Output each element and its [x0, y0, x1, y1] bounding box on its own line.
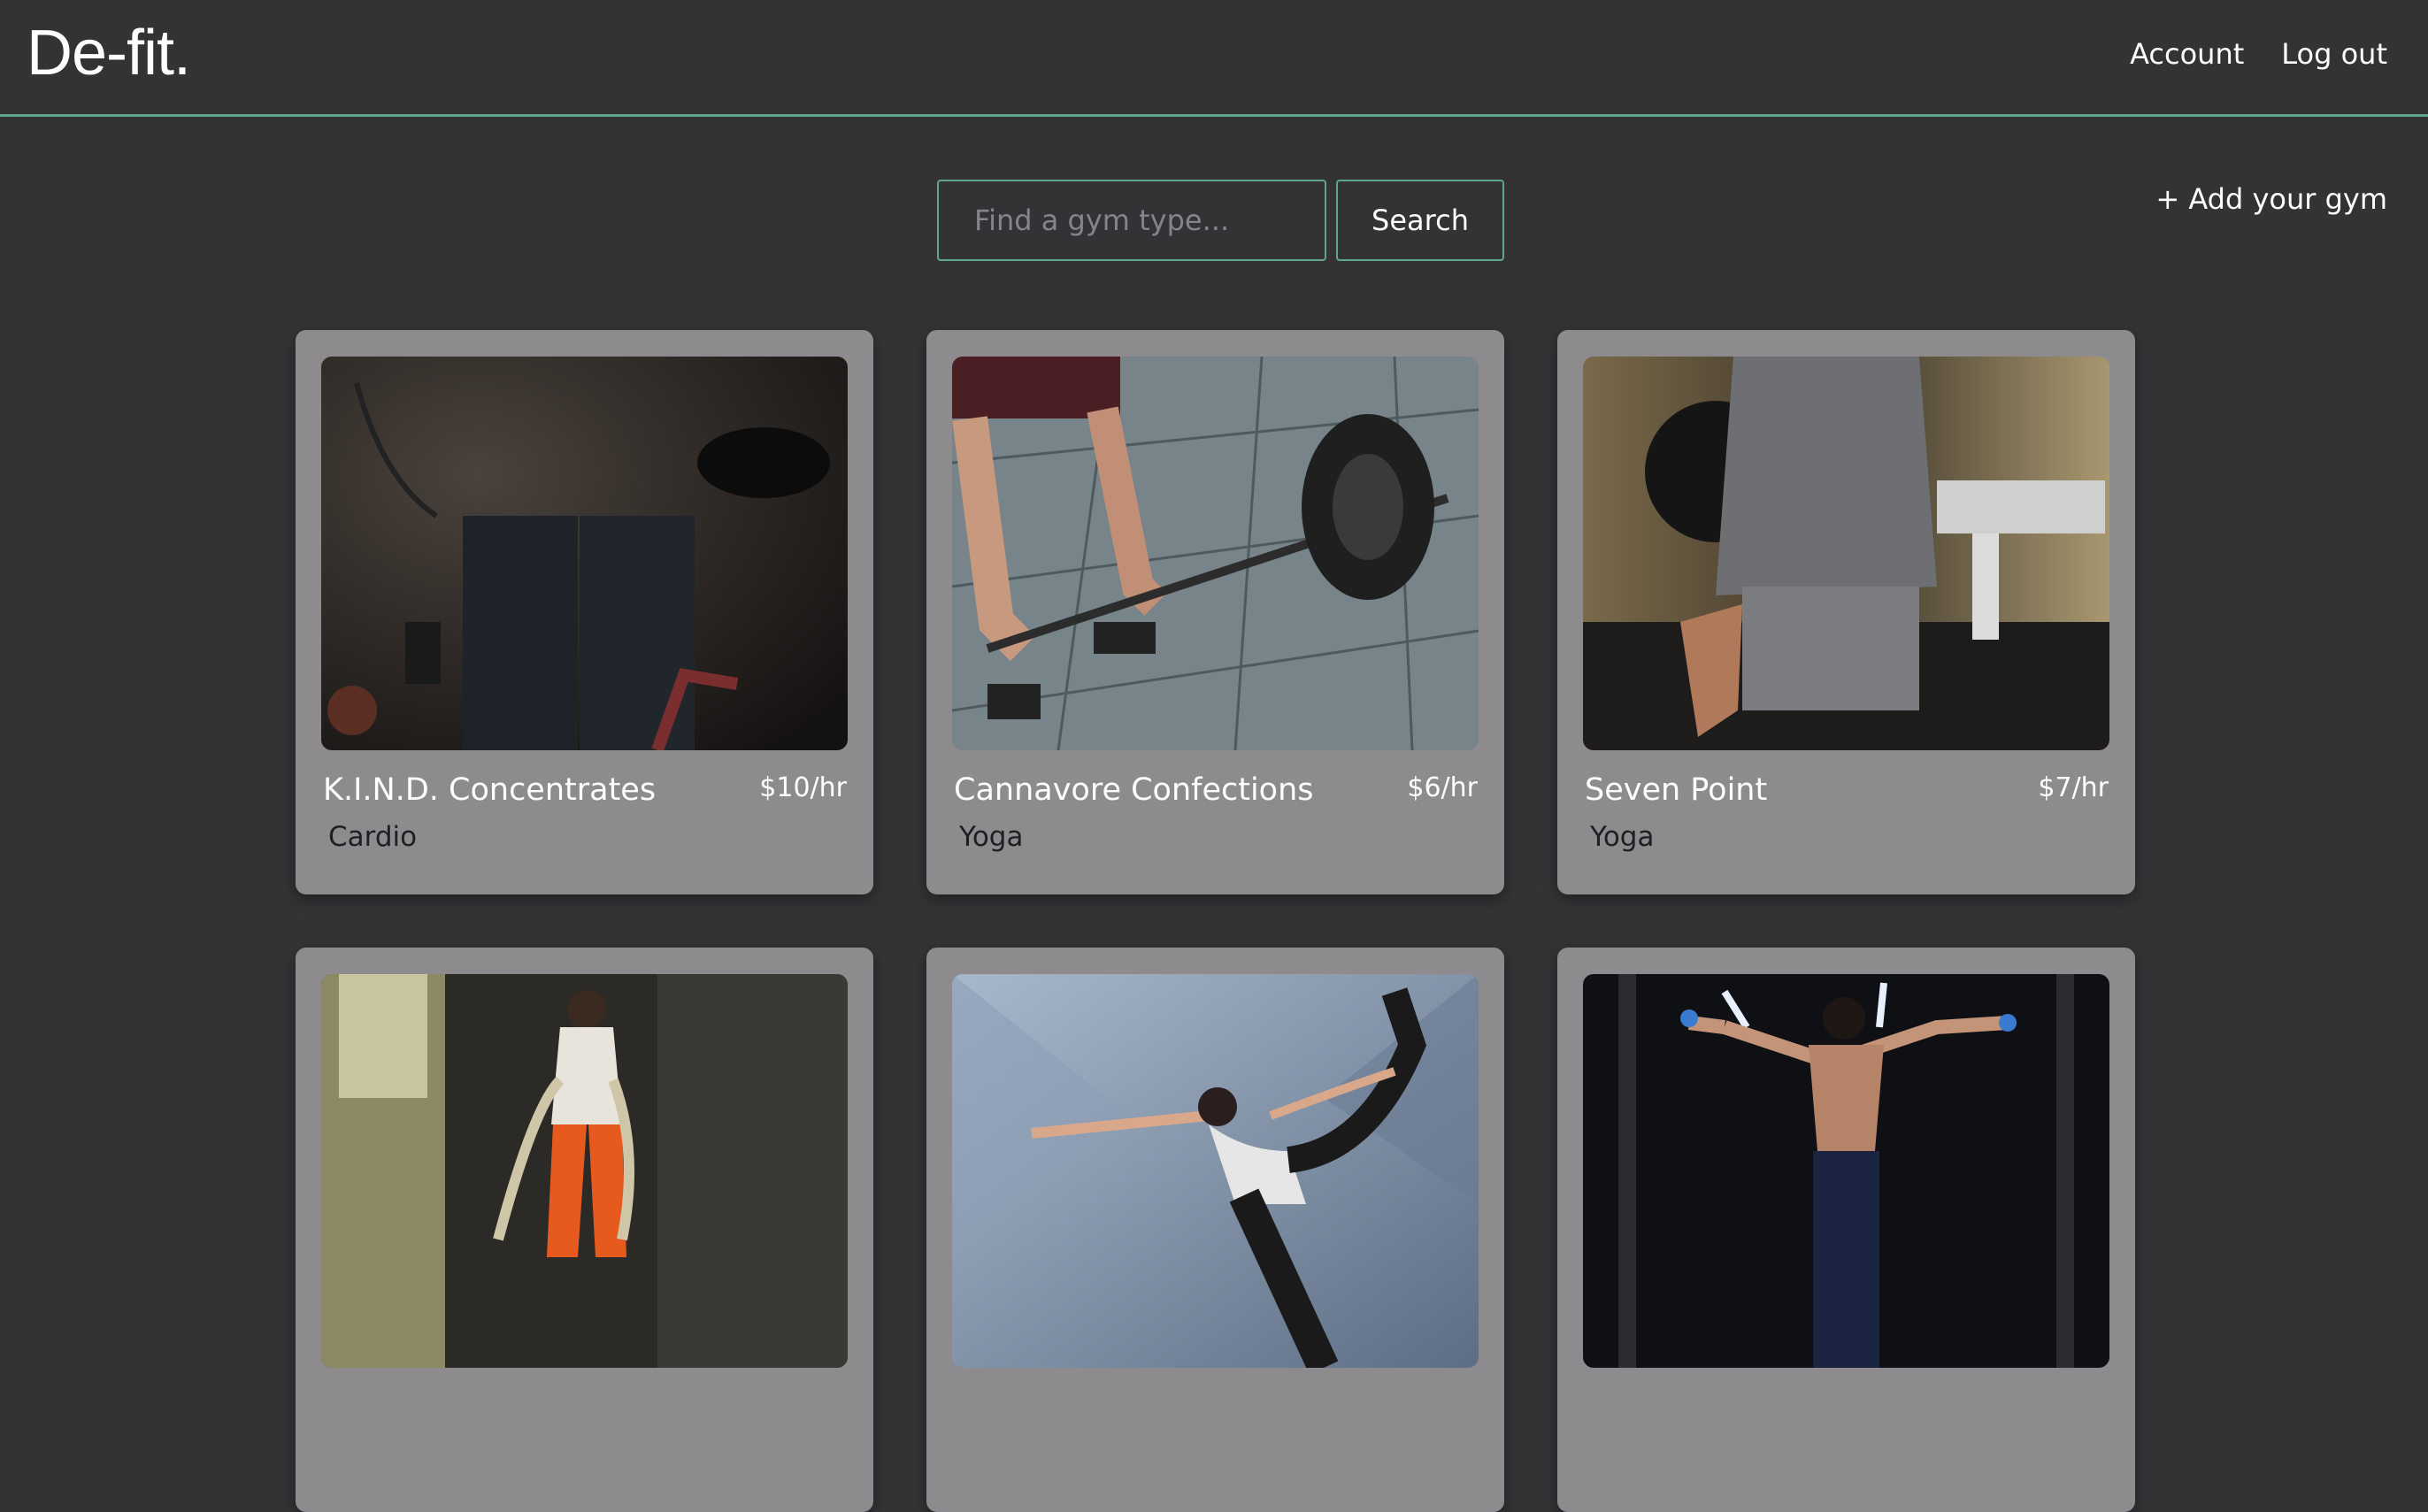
gym-card[interactable]: Seven Point $7/hr Yoga — [1557, 330, 2135, 894]
gym-photo-yoga-pose — [952, 974, 1479, 1368]
gym-photo-weight-training — [1583, 357, 2109, 750]
gym-photo-deadlift — [952, 357, 1479, 750]
gym-card[interactable]: Cannavore Confections $6/hr Yoga — [926, 330, 1504, 894]
gym-price: $10/hr — [759, 772, 847, 803]
top-header: De-fit. Account Log out — [0, 0, 2428, 117]
gym-name: K.I.N.D. Concentrates — [323, 772, 657, 808]
gym-card[interactable] — [1557, 948, 2135, 1512]
gym-photo-cardio-equipment — [321, 357, 848, 750]
gym-photo-cable-machine — [1583, 974, 2109, 1368]
gym-card[interactable]: K.I.N.D. Concentrates $10/hr Cardio — [296, 330, 873, 894]
search-input[interactable] — [937, 180, 1326, 261]
logout-link[interactable]: Log out — [2281, 37, 2387, 71]
gym-price: $7/hr — [2038, 772, 2109, 803]
gym-card[interactable] — [926, 948, 1504, 1512]
gym-type: Yoga — [1590, 821, 1655, 853]
add-gym-link[interactable]: + Add your gym — [2155, 182, 2387, 216]
top-nav: Account Log out — [2130, 37, 2387, 71]
gym-price: $6/hr — [1407, 772, 1478, 803]
gym-type: Yoga — [959, 821, 1024, 853]
search-button[interactable]: Search — [1336, 180, 1504, 261]
gym-name: Seven Point — [1585, 772, 1768, 808]
gym-photo-battle-ropes — [321, 974, 848, 1368]
account-link[interactable]: Account — [2130, 37, 2244, 71]
gym-name: Cannavore Confections — [954, 772, 1314, 808]
gym-type: Cardio — [328, 821, 418, 853]
site-logo[interactable]: De-fit. — [27, 21, 191, 85]
gym-card-grid: K.I.N.D. Concentrates $10/hr Cardio Cann… — [296, 330, 2136, 1512]
gym-card[interactable] — [296, 948, 873, 1512]
